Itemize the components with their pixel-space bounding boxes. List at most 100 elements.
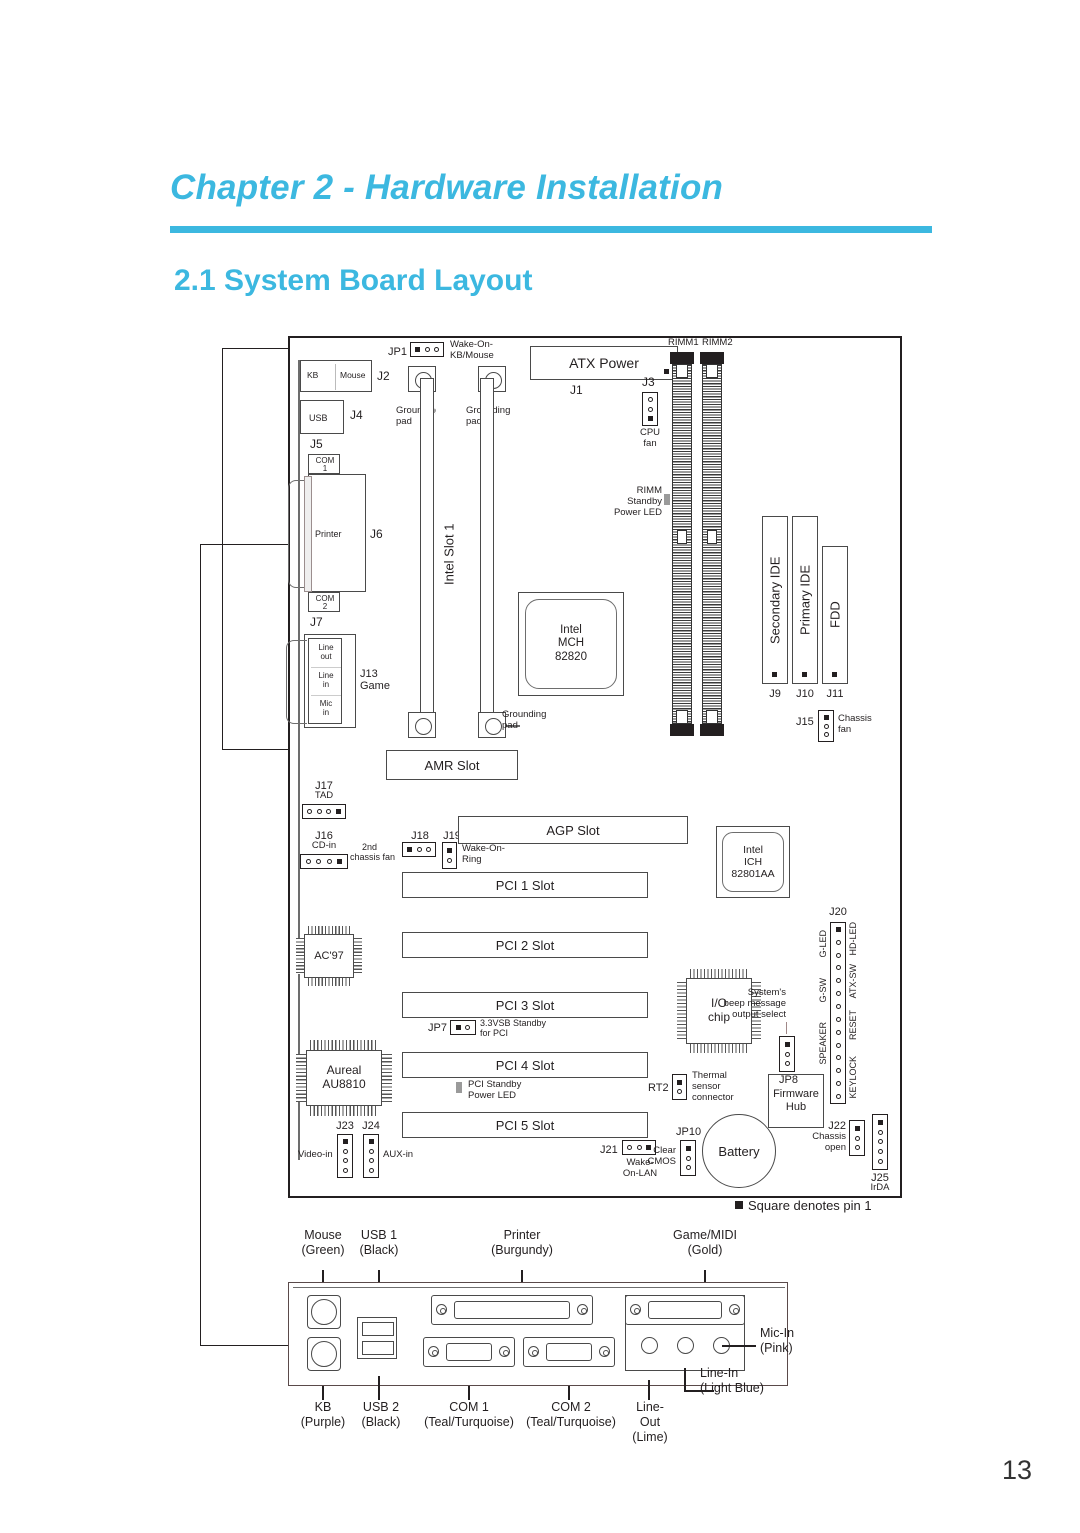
j16-pin4 bbox=[306, 859, 312, 864]
j13-ref-l1: J13 bbox=[360, 668, 378, 680]
port-usb-stack[interactable] bbox=[357, 1317, 397, 1359]
j20-ref: J20 bbox=[829, 906, 847, 918]
j20-signal-speaker: SPEAKER bbox=[818, 1022, 828, 1065]
jumper-jp10-clear-cmos[interactable] bbox=[680, 1140, 696, 1176]
jumper-jp7[interactable] bbox=[450, 1020, 476, 1035]
slot-pci-5[interactable]: PCI 5 Slot bbox=[402, 1112, 648, 1138]
aureal-pins-right bbox=[382, 1054, 392, 1102]
connector-j17-tad[interactable] bbox=[302, 804, 346, 819]
callout-mic-lead bbox=[722, 1345, 756, 1347]
j19-pin1 bbox=[447, 848, 452, 853]
connector-primary-ide[interactable]: Primary IDE bbox=[792, 516, 818, 684]
port-printer-db25[interactable] bbox=[431, 1295, 593, 1325]
callout-printer: Printer (Burgundy) bbox=[470, 1228, 574, 1258]
grounding-pad-bottom-left-ring bbox=[415, 718, 432, 735]
j25-label: IrDA bbox=[870, 1182, 890, 1193]
jp10-label-l2: CMOS bbox=[647, 1156, 677, 1167]
j23-pin3 bbox=[342, 1158, 348, 1164]
port-usb-1[interactable] bbox=[362, 1322, 394, 1336]
connector-j22-chassis-open[interactable] bbox=[849, 1120, 865, 1156]
connector-j15-chassis-fan[interactable] bbox=[818, 710, 834, 742]
j18-pin2 bbox=[416, 847, 422, 852]
jp1-ref: JP1 bbox=[388, 346, 407, 358]
com2-db9-inner bbox=[546, 1343, 592, 1361]
com1-screw-left bbox=[428, 1346, 439, 1357]
slot-amr[interactable]: AMR Slot bbox=[386, 750, 518, 780]
port-line-in-jack[interactable] bbox=[677, 1337, 694, 1354]
j2-kb-label: KB bbox=[307, 370, 319, 380]
rimm-socket-1[interactable] bbox=[672, 364, 692, 724]
rimm1-key-bottom bbox=[676, 710, 688, 724]
j21-ref: J21 bbox=[600, 1144, 618, 1156]
connector-secondary-ide[interactable]: Secondary IDE bbox=[762, 516, 788, 684]
j20-pin5 bbox=[835, 978, 841, 984]
aureal-pins-top bbox=[310, 1040, 378, 1050]
port-usb-2[interactable] bbox=[362, 1341, 394, 1355]
j20-pin3 bbox=[835, 952, 841, 958]
connector-j20-front-panel[interactable] bbox=[830, 922, 846, 1104]
printer-screw-right bbox=[577, 1304, 588, 1315]
pin1-legend: Square denotes pin 1 bbox=[735, 1198, 872, 1213]
callout-game-midi: Game/MIDI (Gold) bbox=[650, 1228, 760, 1258]
j24-pin2 bbox=[368, 1148, 374, 1154]
rt2-ref: RT2 bbox=[648, 1082, 669, 1094]
connector-j13-game-outer bbox=[304, 634, 356, 728]
connector-j23-video-in[interactable] bbox=[337, 1134, 353, 1178]
port-game-midi-db15[interactable] bbox=[625, 1295, 745, 1325]
callout-usb1: USB 1 (Black) bbox=[348, 1228, 410, 1258]
j18-label-l1: 2nd bbox=[362, 842, 378, 852]
slot-agp[interactable]: AGP Slot bbox=[458, 816, 688, 844]
battery: Battery bbox=[702, 1114, 776, 1188]
connector-j18-2nd-chassis-fan[interactable] bbox=[402, 842, 436, 857]
connector-fdd[interactable]: FDD bbox=[822, 546, 848, 684]
j1-ref: J1 bbox=[570, 383, 583, 397]
slot-pci-2[interactable]: PCI 2 Slot bbox=[402, 932, 648, 958]
rear-panel-top-rail bbox=[293, 1287, 785, 1289]
port-ps2-keyboard[interactable] bbox=[307, 1337, 341, 1371]
callout-game-name: Game/MIDI bbox=[673, 1228, 737, 1242]
jumper-jp1[interactable] bbox=[410, 342, 444, 357]
mch-label-l3: 82820 bbox=[555, 650, 587, 663]
connector-rt2-thermal-sensor[interactable] bbox=[672, 1074, 687, 1100]
j15-pin1 bbox=[823, 714, 829, 720]
connector-j3-cpu-fan[interactable] bbox=[642, 392, 658, 426]
printer-screw-left bbox=[436, 1304, 447, 1315]
connector-j24-aux-in[interactable] bbox=[363, 1134, 379, 1178]
slot-pci-4[interactable]: PCI 4 Slot bbox=[402, 1052, 648, 1078]
rimm-socket-2[interactable] bbox=[702, 364, 722, 724]
connector-j16-cd-in[interactable] bbox=[300, 854, 348, 869]
callout-mic-name: Mic-In bbox=[760, 1326, 795, 1340]
port-ps2-mouse[interactable] bbox=[307, 1295, 341, 1329]
game-screw-left bbox=[630, 1304, 641, 1315]
port-line-out-jack[interactable] bbox=[641, 1337, 658, 1354]
slot-pci-1[interactable]: PCI 1 Slot bbox=[402, 872, 648, 898]
ich-label-l1: Intel bbox=[743, 843, 763, 856]
connector-j2-kb-mouse: KB Mouse bbox=[300, 360, 372, 392]
callout-usb2-name: USB 2 bbox=[362, 1400, 400, 1414]
j23-ref: J23 bbox=[336, 1120, 354, 1132]
jp8-lead bbox=[786, 1022, 788, 1034]
jp8-ref: JP8 bbox=[779, 1074, 798, 1086]
j21-pin2 bbox=[636, 1145, 642, 1150]
j20-pin11 bbox=[835, 1055, 841, 1061]
j22-pin1 bbox=[854, 1125, 860, 1131]
j25-pin3 bbox=[877, 1139, 883, 1145]
j6-bracket bbox=[304, 476, 312, 592]
atx-power-connector: ATX Power bbox=[530, 346, 678, 380]
j21-pin3 bbox=[627, 1145, 633, 1150]
j18-ref: J18 bbox=[411, 830, 429, 842]
j20-pin9 bbox=[835, 1029, 841, 1035]
j16-pin2 bbox=[326, 859, 332, 864]
j3-pin3 bbox=[647, 397, 653, 403]
slot-pci-3[interactable]: PCI 3 Slot bbox=[402, 992, 648, 1018]
j20-pin14 bbox=[835, 1093, 841, 1099]
jp1-pin1 bbox=[415, 347, 421, 352]
connector-j25-irda[interactable] bbox=[872, 1114, 888, 1170]
j20-pin7 bbox=[835, 1003, 841, 1009]
game-db15-inner bbox=[648, 1301, 722, 1319]
j16-pin1 bbox=[336, 859, 342, 864]
jumper-jp8[interactable] bbox=[779, 1036, 795, 1072]
mch-label-l2: MCH bbox=[557, 637, 585, 650]
connector-j19-wake-on-ring[interactable] bbox=[442, 842, 457, 869]
com2-screw-right bbox=[599, 1346, 610, 1357]
